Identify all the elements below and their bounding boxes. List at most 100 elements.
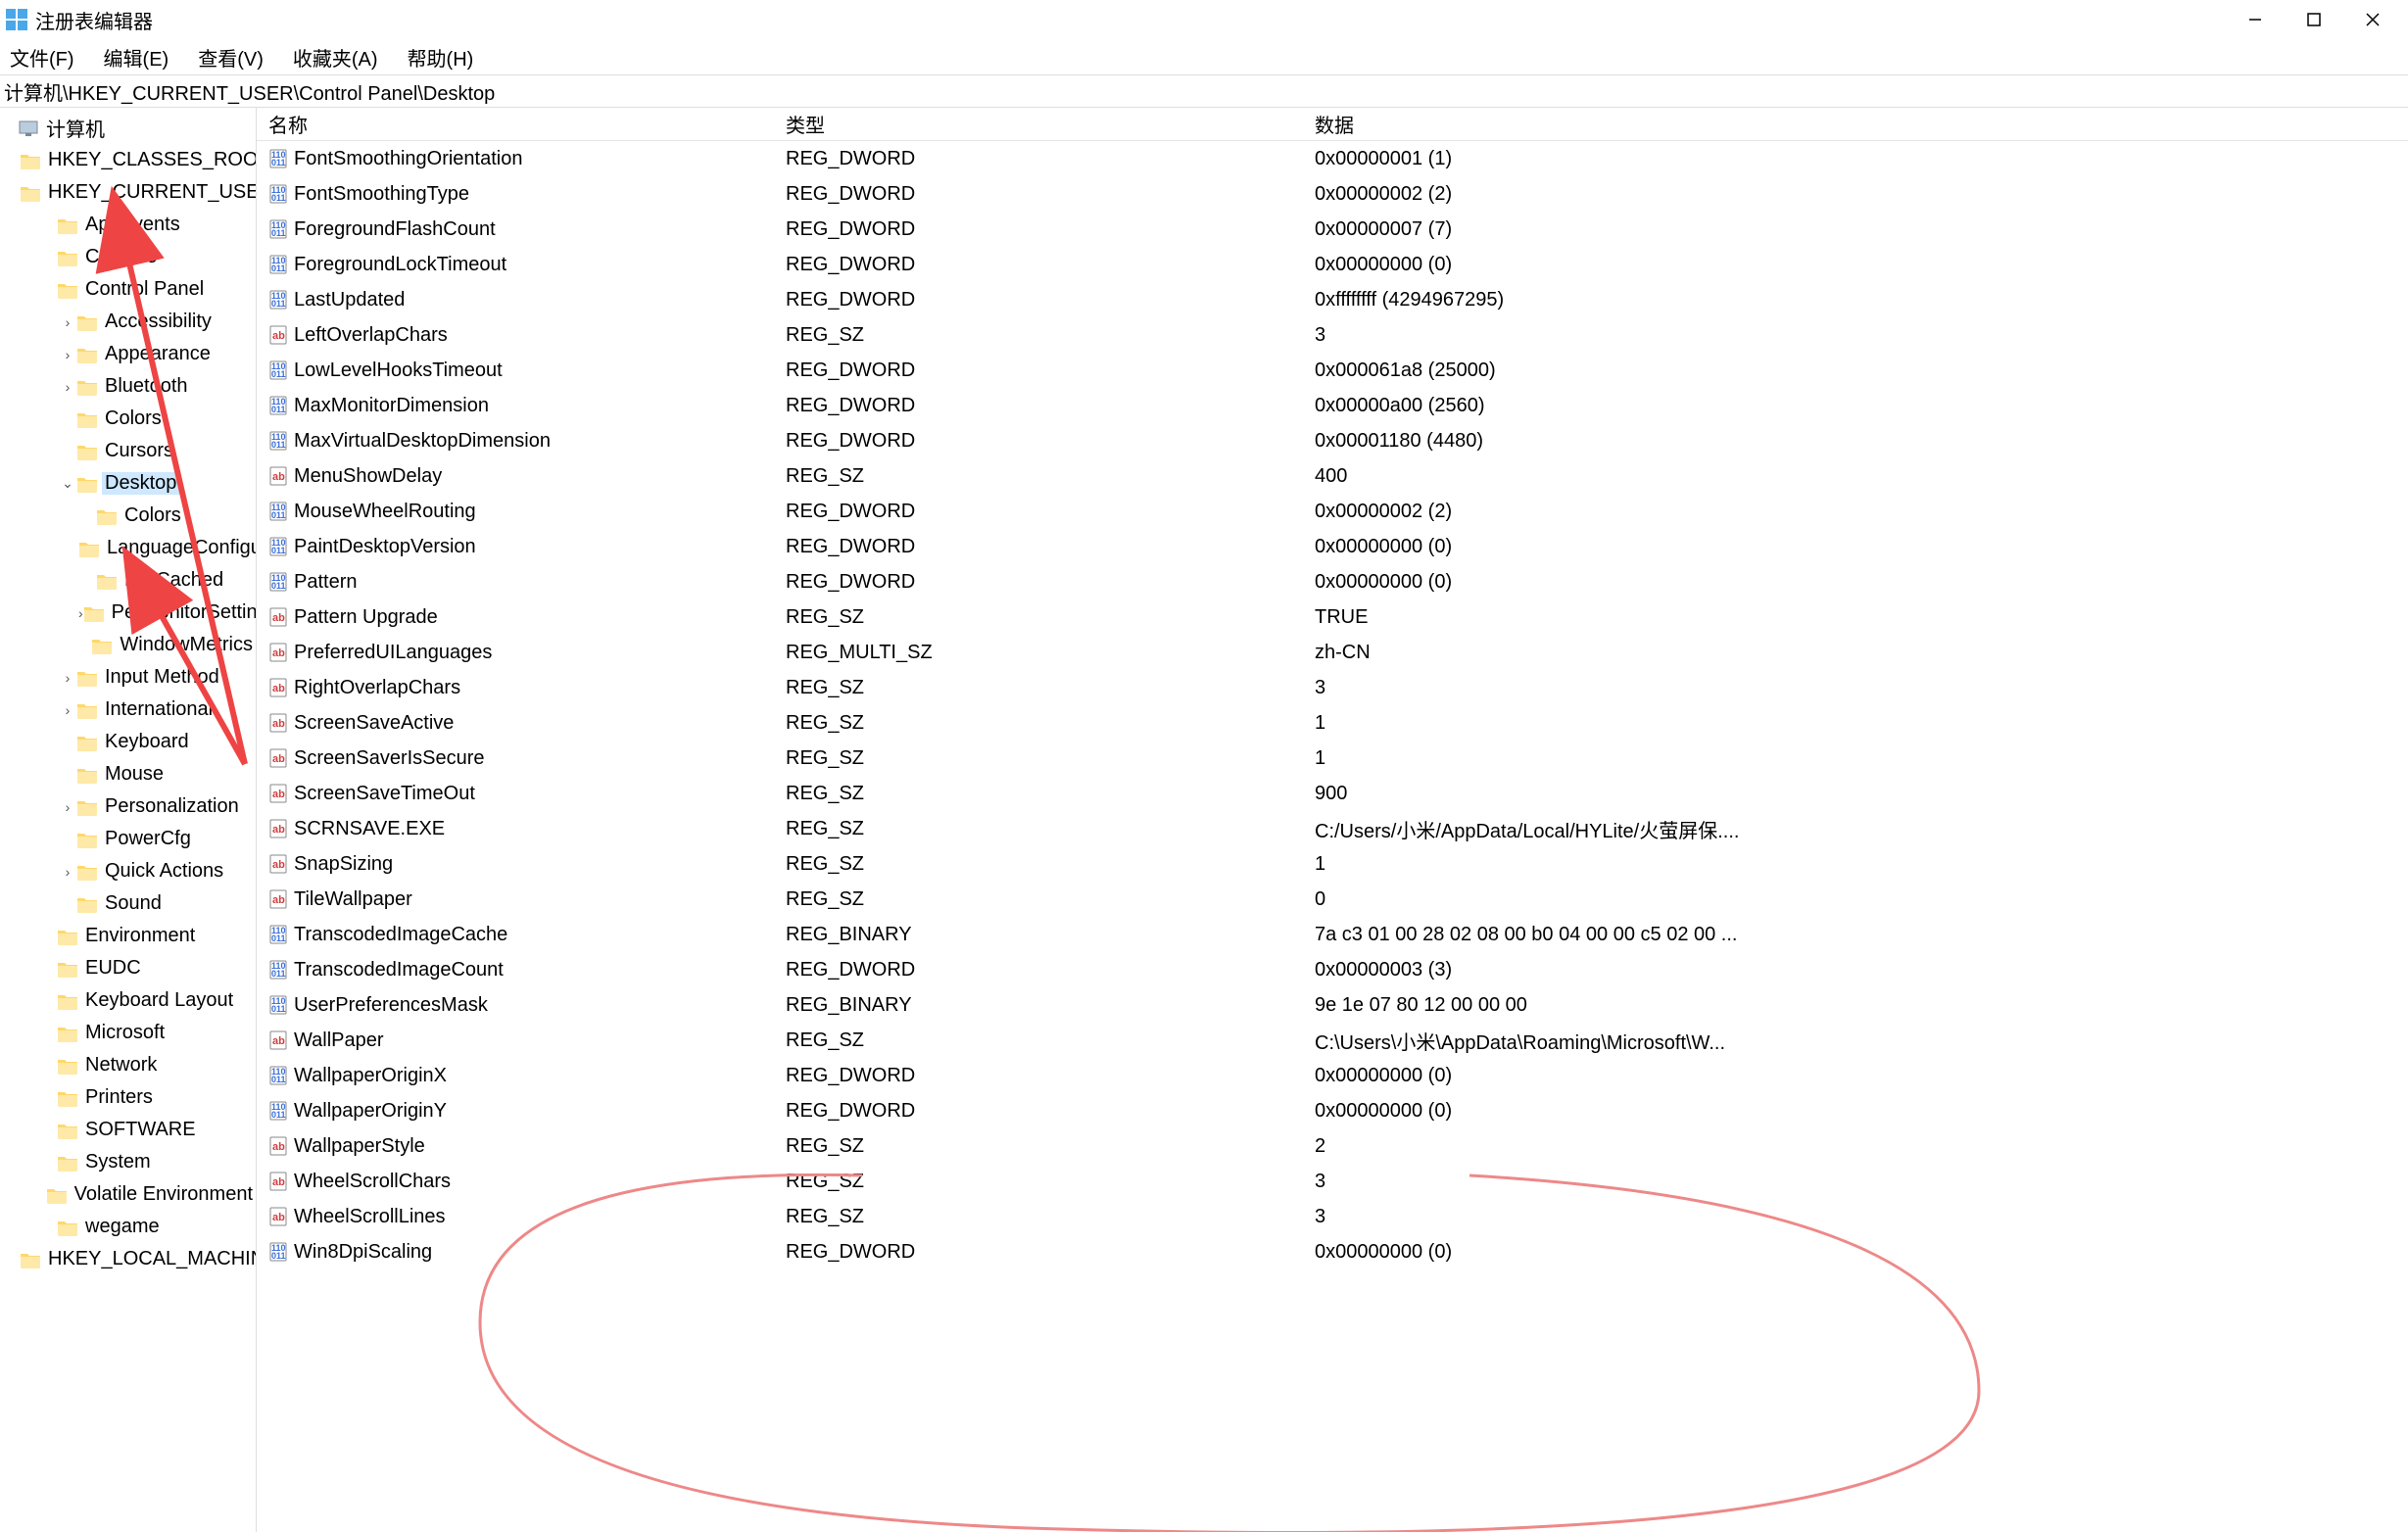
tree-item[interactable]: PowerCfg (0, 823, 256, 855)
string-value-icon: ab (268, 1030, 288, 1050)
tree-item[interactable]: Colors (0, 500, 256, 532)
column-data[interactable]: 数据 (1315, 110, 2408, 138)
value-row[interactable]: abRightOverlapCharsREG_SZ3 (257, 670, 2408, 705)
expander-icon[interactable]: › (59, 379, 76, 395)
value-row[interactable]: 110011TranscodedImageCacheREG_BINARY7a c… (257, 917, 2408, 952)
list-pane[interactable]: 名称 类型 数据 110011FontSmoothingOrientationR… (257, 108, 2408, 1532)
tree-item[interactable]: Volatile Environment (0, 1178, 256, 1211)
value-row[interactable]: 110011FontSmoothingTypeREG_DWORD0x000000… (257, 176, 2408, 212)
value-row[interactable]: 110011WallpaperOriginXREG_DWORD0x0000000… (257, 1058, 2408, 1093)
value-row[interactable]: abMenuShowDelayREG_SZ400 (257, 458, 2408, 494)
tree-item[interactable]: HKEY_LOCAL_MACHINE (0, 1243, 256, 1275)
tree-item[interactable]: Keyboard (0, 726, 256, 758)
value-data: 0x00000000 (0) (1315, 571, 2408, 594)
tree-item[interactable]: 计算机 (0, 112, 256, 144)
tree-item[interactable]: Mouse (0, 758, 256, 790)
expander-icon[interactable]: › (59, 347, 76, 362)
tree-item[interactable]: Printers (0, 1081, 256, 1114)
value-row[interactable]: 110011TranscodedImageCountREG_DWORD0x000… (257, 952, 2408, 987)
tree-item[interactable]: LanguageConfiguration (0, 532, 256, 564)
tree-item[interactable]: Control Panel (0, 273, 256, 306)
tree-item-label: Volatile Environment (74, 1183, 253, 1205)
binary-value-icon: 110011 (268, 1242, 288, 1262)
value-row[interactable]: 110011PatternREG_DWORD0x00000000 (0) (257, 564, 2408, 599)
value-row[interactable]: abTileWallpaperREG_SZ0 (257, 882, 2408, 917)
value-row[interactable]: abSCRNSAVE.EXEREG_SZC:/Users/小米/AppData/… (257, 811, 2408, 846)
expander-icon[interactable]: › (59, 702, 76, 718)
value-row[interactable]: 110011FontSmoothingOrientationREG_DWORD0… (257, 141, 2408, 176)
tree-item[interactable]: Microsoft (0, 1017, 256, 1049)
tree-item[interactable]: SOFTWARE (0, 1114, 256, 1146)
tree-item[interactable]: WindowMetrics (0, 629, 256, 661)
close-button[interactable] (2343, 0, 2402, 39)
svg-text:ab: ab (272, 789, 285, 800)
expander-icon[interactable]: › (59, 864, 76, 880)
value-row[interactable]: 110011LowLevelHooksTimeoutREG_DWORD0x000… (257, 353, 2408, 388)
expander-icon[interactable]: ⌄ (59, 475, 76, 492)
tree-item[interactable]: ›Input Method (0, 661, 256, 694)
tree-item-label: AppEvents (85, 214, 180, 235)
maximize-button[interactable] (2285, 0, 2343, 39)
value-row[interactable]: 110011ForegroundFlashCountREG_DWORD0x000… (257, 212, 2408, 247)
tree-item[interactable]: Keyboard Layout (0, 984, 256, 1017)
value-row[interactable]: abWheelScrollCharsREG_SZ3 (257, 1164, 2408, 1199)
value-row[interactable]: 110011Win8DpiScalingREG_DWORD0x00000000 … (257, 1234, 2408, 1269)
value-row[interactable]: abScreenSaveActiveREG_SZ1 (257, 705, 2408, 741)
value-data: 0x00000001 (1) (1315, 148, 2408, 170)
value-row[interactable]: 110011UserPreferencesMaskREG_BINARY9e 1e… (257, 987, 2408, 1023)
tree-item[interactable]: ›Quick Actions (0, 855, 256, 887)
value-row[interactable]: 110011LastUpdatedREG_DWORD0xffffffff (42… (257, 282, 2408, 317)
tree-item[interactable]: ›Appearance (0, 338, 256, 370)
minimize-button[interactable] (2226, 0, 2285, 39)
tree-pane[interactable]: 计算机HKEY_CLASSES_ROOTHKEY_CURRENT_USER App… (0, 108, 257, 1532)
tree-item[interactable]: Sound (0, 887, 256, 920)
value-row[interactable]: abPattern UpgradeREG_SZTRUE (257, 599, 2408, 635)
value-row[interactable]: abScreenSaverIsSecureREG_SZ1 (257, 741, 2408, 776)
tree-item[interactable]: MuiCached (0, 564, 256, 597)
menu-file[interactable]: 文件(F) (4, 41, 80, 73)
menu-view[interactable]: 查看(V) (192, 41, 269, 73)
value-row[interactable]: 110011MaxMonitorDimensionREG_DWORD0x0000… (257, 388, 2408, 423)
tree-item[interactable]: ›Personalization (0, 790, 256, 823)
tree-item[interactable]: Environment (0, 920, 256, 952)
tree-item[interactable]: AppEvents (0, 209, 256, 241)
expander-icon[interactable]: › (59, 670, 76, 686)
value-row[interactable]: abWallpaperStyleREG_SZ2 (257, 1128, 2408, 1164)
menu-favorites[interactable]: 收藏夹(A) (287, 41, 384, 73)
tree-item[interactable]: wegame (0, 1211, 256, 1243)
tree-item[interactable]: Colors (0, 403, 256, 435)
column-name[interactable]: 名称 (257, 110, 786, 138)
expander-icon[interactable]: › (59, 314, 76, 330)
value-row[interactable]: abWheelScrollLinesREG_SZ3 (257, 1199, 2408, 1234)
tree-item[interactable]: ⌄Desktop (0, 467, 256, 500)
tree-item[interactable]: ›Accessibility (0, 306, 256, 338)
tree-item[interactable]: HKEY_CURRENT_USER (0, 176, 256, 209)
expander-icon[interactable]: › (59, 799, 76, 815)
tree-item[interactable]: ›Bluetooth (0, 370, 256, 403)
tree-item[interactable]: EUDC (0, 952, 256, 984)
tree-item[interactable]: ›International (0, 694, 256, 726)
tree-item[interactable]: HKEY_CLASSES_ROOT (0, 144, 256, 176)
value-row[interactable]: abSnapSizingREG_SZ1 (257, 846, 2408, 882)
tree-item-label: Environment (85, 925, 195, 946)
value-row[interactable]: 110011ForegroundLockTimeoutREG_DWORD0x00… (257, 247, 2408, 282)
address-bar[interactable]: 计算机\HKEY_CURRENT_USER\Control Panel\Desk… (0, 74, 2408, 108)
value-row[interactable]: abScreenSaveTimeOutREG_SZ900 (257, 776, 2408, 811)
value-row[interactable]: 110011MouseWheelRoutingREG_DWORD0x000000… (257, 494, 2408, 529)
value-row[interactable]: abWallPaperREG_SZC:\Users\小米\AppData\Roa… (257, 1023, 2408, 1058)
value-row[interactable]: 110011PaintDesktopVersionREG_DWORD0x0000… (257, 529, 2408, 564)
tree-item[interactable]: Console (0, 241, 256, 273)
menu-help[interactable]: 帮助(H) (402, 41, 480, 73)
value-name: MouseWheelRouting (294, 501, 476, 523)
tree-item[interactable]: Cursors (0, 435, 256, 467)
value-name: TranscodedImageCache (294, 924, 507, 946)
value-row[interactable]: abPreferredUILanguagesREG_MULTI_SZzh-CN (257, 635, 2408, 670)
menu-edit[interactable]: 编辑(E) (98, 41, 175, 73)
tree-item[interactable]: System (0, 1146, 256, 1178)
tree-item[interactable]: Network (0, 1049, 256, 1081)
value-row[interactable]: 110011WallpaperOriginYREG_DWORD0x0000000… (257, 1093, 2408, 1128)
value-row[interactable]: 110011MaxVirtualDesktopDimensionREG_DWOR… (257, 423, 2408, 458)
column-type[interactable]: 类型 (786, 110, 1315, 138)
value-row[interactable]: abLeftOverlapCharsREG_SZ3 (257, 317, 2408, 353)
tree-item[interactable]: ›PerMonitorSettings (0, 597, 256, 629)
